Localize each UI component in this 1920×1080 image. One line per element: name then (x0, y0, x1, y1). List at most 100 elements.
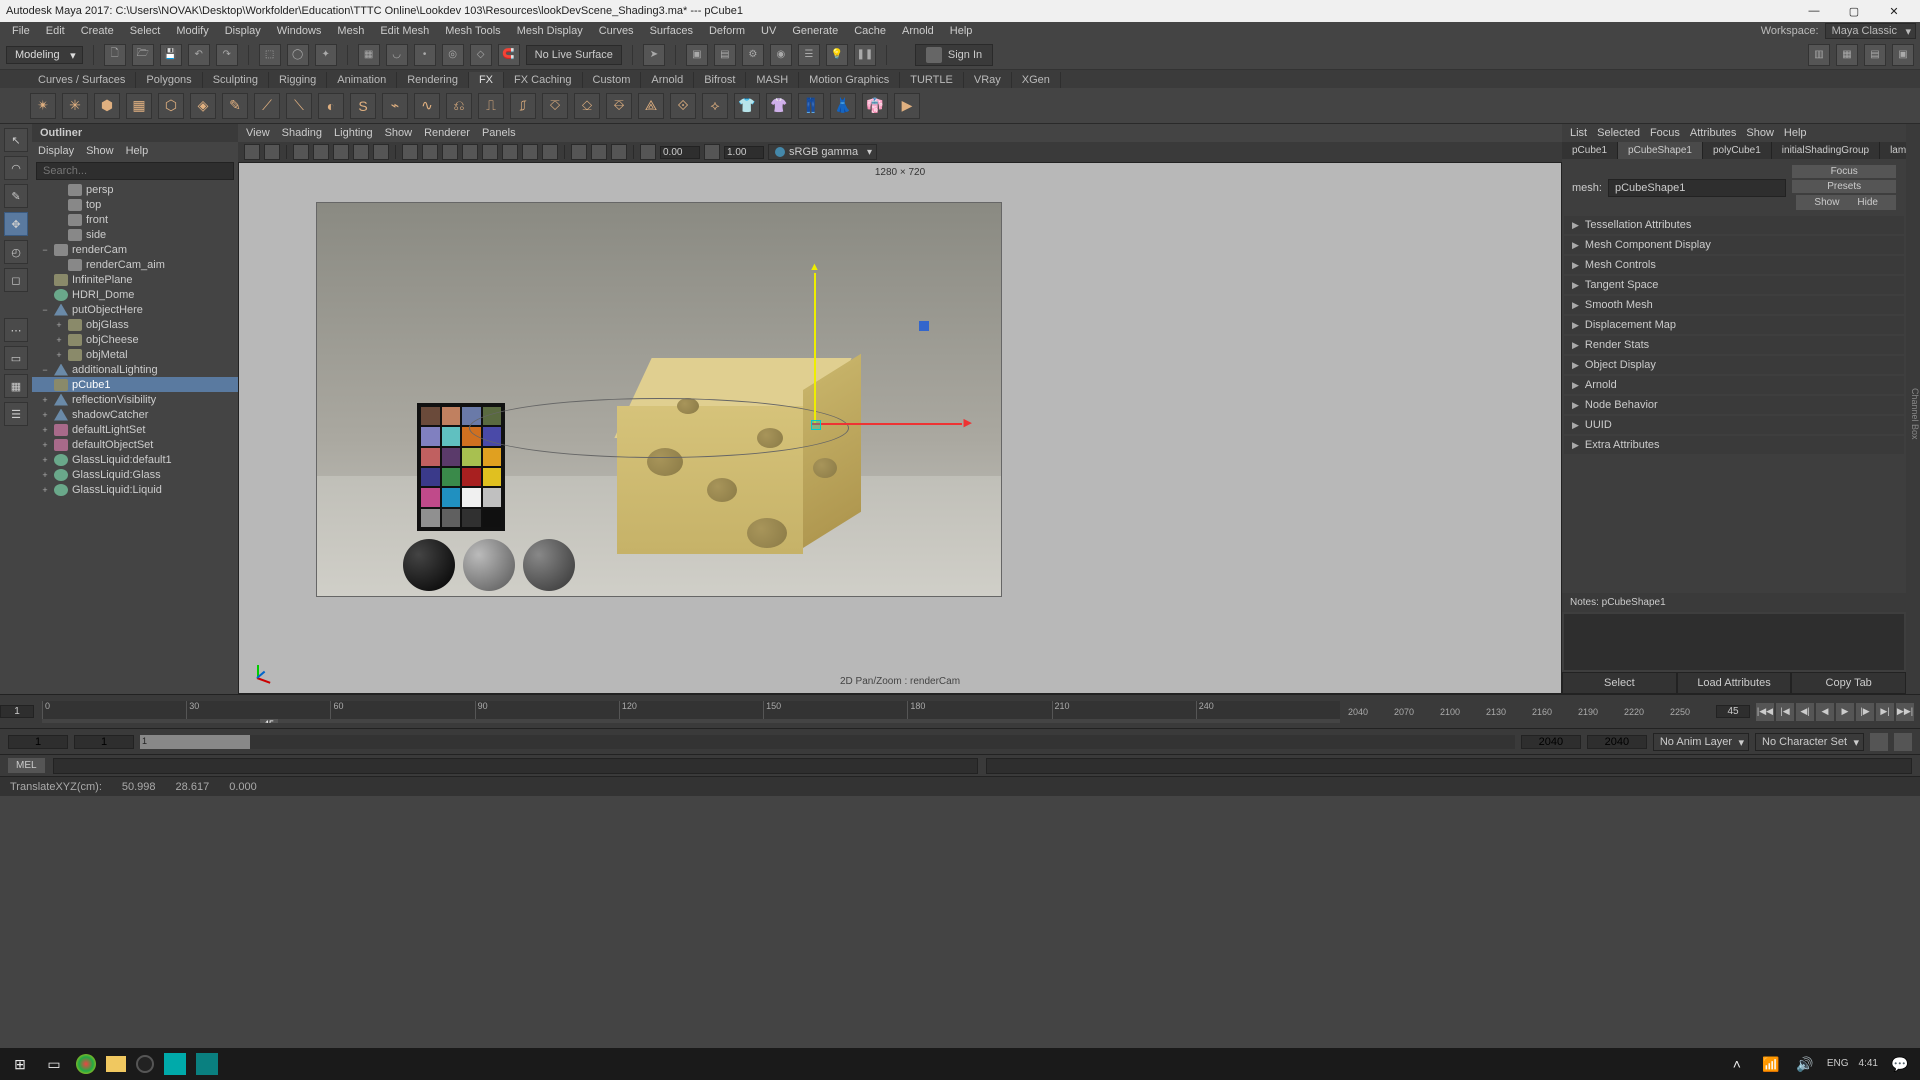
vp-gamma-icon[interactable] (704, 144, 720, 160)
ae-section-object-display[interactable]: ▶Object Display (1564, 356, 1904, 374)
menu-cache[interactable]: Cache (846, 24, 894, 38)
outliner-item-rendercam-aim[interactable]: renderCam_aim (32, 257, 238, 272)
outliner-item-side[interactable]: side (32, 227, 238, 242)
vp-gamma-value[interactable]: 1.00 (724, 146, 764, 159)
outliner-item-front[interactable]: front (32, 212, 238, 227)
ae-section-render-stats[interactable]: ▶Render Stats (1564, 336, 1904, 354)
redo-icon[interactable]: ↷ (216, 44, 238, 66)
outliner-tree[interactable]: persptopfrontside−renderCamrenderCam_aim… (32, 182, 238, 694)
move-tool-icon[interactable]: ✥ (4, 212, 28, 236)
photoshop-icon[interactable] (164, 1053, 186, 1075)
play-icon[interactable]: ▶ (1836, 703, 1854, 721)
shelf-icon-3[interactable]: ▦ (126, 93, 152, 119)
menu-surfaces[interactable]: Surfaces (642, 24, 701, 38)
vp-xray-icon[interactable] (591, 144, 607, 160)
timeline-ruler[interactable]: 0306090120150180210240 45 (42, 701, 1340, 723)
vp-isolate-icon[interactable] (571, 144, 587, 160)
outliner-item-glassliquid-glass[interactable]: +GlassLiquid:Glass (32, 467, 238, 482)
chrome-icon[interactable] (76, 1054, 96, 1074)
menu-select[interactable]: Select (122, 24, 169, 38)
menu-edit[interactable]: Edit (38, 24, 73, 38)
ae-action-load-attributes[interactable]: Load Attributes (1677, 672, 1792, 694)
viewport-menu-view[interactable]: View (246, 127, 270, 139)
ae-section-node-behavior[interactable]: ▶Node Behavior (1564, 396, 1904, 414)
pause-icon[interactable]: ❚❚ (854, 44, 876, 66)
gizmo-center[interactable] (811, 420, 821, 430)
vp-shaded-icon[interactable] (422, 144, 438, 160)
menu-deform[interactable]: Deform (701, 24, 753, 38)
shelf-tab-fx[interactable]: FX (469, 72, 504, 88)
shelf-icon-9[interactable]: ◐ (318, 93, 344, 119)
vp-textured-icon[interactable] (442, 144, 458, 160)
shelf-icon-0[interactable]: ✴ (30, 93, 56, 119)
ae-section-smooth-mesh[interactable]: ▶Smooth Mesh (1564, 296, 1904, 314)
paint-tool-icon[interactable]: ✎ (4, 184, 28, 208)
signin-button[interactable]: Sign In (915, 44, 993, 66)
viewport-menu-lighting[interactable]: Lighting (334, 127, 373, 139)
ae-tab-pcubeshape1[interactable]: pCubeShape1 (1618, 142, 1703, 159)
shelf-icon-17[interactable]: ⎐ (574, 93, 600, 119)
range-slider[interactable]: 1 No Anim Layer No Character Set (0, 728, 1920, 754)
ae-menu-attributes[interactable]: Attributes (1690, 127, 1736, 139)
shelf-icon-12[interactable]: ∿ (414, 93, 440, 119)
snap-grid-icon[interactable]: ▦ (358, 44, 380, 66)
outliner-item-top[interactable]: top (32, 197, 238, 212)
menu-display[interactable]: Display (217, 24, 269, 38)
shelf-tab-xgen[interactable]: XGen (1012, 72, 1061, 88)
outliner-item-glassliquid-default1[interactable]: +GlassLiquid:default1 (32, 452, 238, 467)
shelf-tab-mash[interactable]: MASH (746, 72, 799, 88)
menu-windows[interactable]: Windows (269, 24, 330, 38)
ae-show-button[interactable]: Show (1806, 196, 1847, 209)
shelf-tab-rigging[interactable]: Rigging (269, 72, 327, 88)
menu-mesh-tools[interactable]: Mesh Tools (437, 24, 508, 38)
explorer-icon[interactable] (106, 1056, 126, 1072)
last-tool-icon[interactable]: ⋯ (4, 318, 28, 342)
outliner-toggle-icon[interactable]: ☰ (4, 402, 28, 426)
paint-select-icon[interactable]: ✦ (315, 44, 337, 66)
command-input[interactable] (53, 758, 979, 774)
panel-layout-icon-4[interactable]: ▣ (1892, 44, 1914, 66)
vp-gate-icon[interactable] (293, 144, 309, 160)
outliner-item-persp[interactable]: persp (32, 182, 238, 197)
ae-hide-button[interactable]: Hide (1849, 196, 1886, 209)
menu-file[interactable]: File (4, 24, 38, 38)
range-end-in[interactable] (1521, 735, 1581, 749)
mel-label[interactable]: MEL (8, 758, 45, 773)
vp-bookmark-icon[interactable] (264, 144, 280, 160)
light-editor-icon[interactable]: 💡 (826, 44, 848, 66)
autokey-icon[interactable] (1870, 733, 1888, 751)
timeline[interactable]: 1 0306090120150180210240 45 204020702100… (0, 694, 1920, 728)
vp-exposure-value[interactable]: 0.00 (660, 146, 700, 159)
outliner-menu-display[interactable]: Display (38, 145, 74, 157)
outliner-item-objmetal[interactable]: +objMetal (32, 347, 238, 362)
shelf-icon-25[interactable]: 👗 (830, 93, 856, 119)
vp-camera-icon[interactable] (244, 144, 260, 160)
gizmo-z-cube[interactable] (919, 321, 929, 331)
vp-motion-icon[interactable] (522, 144, 538, 160)
ae-section-mesh-controls[interactable]: ▶Mesh Controls (1564, 256, 1904, 274)
shelf-tab-motion-graphics[interactable]: Motion Graphics (799, 72, 900, 88)
menu-mesh-display[interactable]: Mesh Display (509, 24, 591, 38)
shelf-icon-8[interactable]: ⟍ (286, 93, 312, 119)
menu-generate[interactable]: Generate (784, 24, 846, 38)
obs-icon[interactable] (136, 1055, 154, 1073)
shelf-icon-10[interactable]: S (350, 93, 376, 119)
outliner-item-defaultlightset[interactable]: +defaultLightSet (32, 422, 238, 437)
shelf-icon-6[interactable]: ✎ (222, 93, 248, 119)
ae-presets-button[interactable]: Presets (1792, 180, 1896, 193)
shelf-tab-polygons[interactable]: Polygons (136, 72, 202, 88)
ae-menu-show[interactable]: Show (1746, 127, 1774, 139)
vp-xray-joints-icon[interactable] (611, 144, 627, 160)
shelf-icon-7[interactable]: ⟋ (254, 93, 280, 119)
ae-section-tangent-space[interactable]: ▶Tangent Space (1564, 276, 1904, 294)
lasso-tool-icon[interactable]: ◠ (4, 156, 28, 180)
gizmo-ring[interactable] (469, 398, 849, 458)
notifications-icon[interactable]: 💬 (1888, 1052, 1912, 1076)
shelf-tab-fx-caching[interactable]: FX Caching (504, 72, 582, 88)
shelf-icon-1[interactable]: ✳ (62, 93, 88, 119)
viewport-menu-show[interactable]: Show (385, 127, 413, 139)
ae-tab-initialshadinggroup[interactable]: initialShadingGroup (1772, 142, 1880, 159)
vp-exposure-icon[interactable] (640, 144, 656, 160)
outliner-item-putobjecthere[interactable]: −putObjectHere (32, 302, 238, 317)
workspace-dropdown[interactable]: Maya Classic▾ (1825, 23, 1916, 39)
